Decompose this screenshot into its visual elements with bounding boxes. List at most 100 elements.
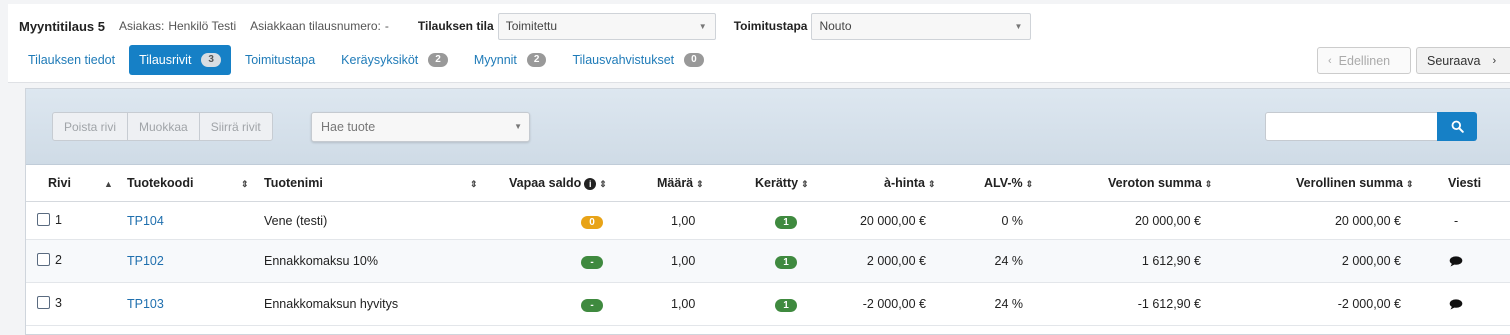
row-select[interactable]: 3	[37, 296, 62, 310]
column-vat[interactable]: ALV-% ⇕	[984, 165, 1033, 202]
tab-count-badge: 2	[526, 53, 547, 67]
tab-sales[interactable]: Myynnit 2	[464, 45, 557, 75]
move-rows-button[interactable]: Siirrä rivit	[198, 112, 273, 141]
column-unit-price[interactable]: à-hinta ⇕	[884, 165, 936, 202]
sort-asc-icon[interactable]: ▲	[101, 165, 113, 202]
column-quantity[interactable]: Määrä ⇕	[657, 165, 704, 202]
delivery-select[interactable]: Nouto ▼	[811, 12, 1032, 40]
order-header: Myyntitilaus 5 Asiakas: Henkilö Testi As…	[8, 4, 1510, 83]
order-title-row: Myyntitilaus 5 Asiakas: Henkilö Testi As…	[19, 12, 1032, 40]
product-code-link[interactable]: TP103	[127, 297, 164, 311]
gross-total: 20 000,00 €	[1334, 214, 1401, 228]
caret-down-icon: ▼	[698, 21, 707, 31]
row-number: 1	[55, 213, 62, 227]
chevron-left-icon: ‹	[1328, 54, 1332, 67]
net-total: 1 612,90 €	[1141, 254, 1201, 268]
message-button[interactable]	[1449, 256, 1463, 270]
chevron-right-icon: ›	[1492, 54, 1497, 67]
product-code-link[interactable]: TP104	[127, 214, 164, 228]
message-button[interactable]	[1449, 299, 1463, 313]
status-label: Tilauksen tila	[417, 19, 494, 33]
tab-picking-units[interactable]: Keräysyksiköt 2	[331, 45, 458, 75]
tab-label: Myynnit	[473, 53, 517, 67]
order-tabs: Tilauksen tiedot Tilausrivit 3 Toimitust…	[18, 45, 714, 75]
next-button[interactable]: Seuraava ›	[1416, 47, 1510, 74]
tab-label: Tilausrivit	[139, 53, 192, 67]
vat-percent: 24 %	[994, 254, 1024, 268]
sort-icon[interactable]: ⇕	[238, 165, 249, 202]
column-label: Viesti	[1448, 176, 1482, 190]
product-search-select[interactable]: Hae tuote ▼	[311, 112, 530, 142]
info-icon[interactable]: i	[584, 178, 597, 190]
customer-order-label: Asiakkaan tilausnumero:	[250, 19, 381, 33]
tab-order-details[interactable]: Tilauksen tiedot	[18, 45, 125, 75]
column-label: Vapaa saldo	[509, 176, 582, 190]
chat-bubble-icon	[1449, 256, 1463, 267]
search-input[interactable]	[1265, 112, 1438, 141]
column-label: Kerätty	[755, 176, 799, 190]
row-number: 3	[55, 296, 62, 310]
quantity: 1,00	[671, 297, 696, 311]
column-label: Verollinen summa	[1296, 176, 1403, 190]
picked-badge: 1	[775, 256, 797, 269]
status-select[interactable]: Toimitettu ▼	[497, 12, 716, 40]
vat-percent: 24 %	[994, 297, 1024, 311]
table-row: 3 TP103 Ennakkomaksun hyvitys - 1,00 1 -…	[26, 283, 1510, 326]
column-free-stock[interactable]: Vapaa saldo i ⇕	[509, 165, 607, 202]
unit-price: 2 000,00 €	[866, 254, 926, 268]
customer-order-value: -	[384, 19, 389, 33]
caret-down-icon: ▼	[1014, 21, 1023, 31]
edit-button[interactable]: Muokkaa	[127, 112, 200, 141]
tab-delivery-method[interactable]: Toimitustapa	[235, 45, 325, 75]
tab-label: Keräysyksiköt	[341, 53, 419, 67]
column-label: Veroton summa	[1108, 176, 1202, 190]
column-label: Tuotekoodi	[127, 176, 194, 190]
search-button[interactable]	[1437, 112, 1477, 141]
column-product-code[interactable]: Tuotekoodi	[127, 165, 193, 202]
row-select[interactable]: 1	[37, 213, 62, 227]
column-label: ALV-%	[984, 176, 1023, 190]
product-name: Ennakkomaksun hyvitys	[264, 297, 399, 311]
picked-badge: 1	[775, 216, 797, 229]
product-code-link[interactable]: TP102	[127, 254, 164, 268]
previous-label: Edellinen	[1338, 53, 1391, 68]
column-product-name[interactable]: Tuotenimi	[264, 165, 323, 202]
picked-badge: 1	[775, 299, 797, 312]
tab-order-rows[interactable]: Tilausrivit 3	[129, 45, 231, 75]
row-actions-group: Poista rivi Muokkaa Siirrä rivit	[52, 112, 273, 141]
vat-percent: 0 %	[1001, 214, 1023, 228]
column-picked[interactable]: Kerätty ⇕	[755, 165, 809, 202]
sort-icon[interactable]: ⇕	[467, 165, 478, 202]
net-total: 20 000,00 €	[1134, 214, 1201, 228]
delivery-select-value: Nouto	[819, 18, 852, 33]
product-search-placeholder: Hae tuote	[321, 120, 376, 134]
tab-label: Toimitustapa	[244, 53, 316, 67]
column-gross-total[interactable]: Verollinen summa ⇕	[1296, 165, 1414, 202]
row-number: 2	[55, 253, 62, 267]
delete-row-button[interactable]: Poista rivi	[52, 112, 129, 141]
column-net-total[interactable]: Veroton summa ⇕	[1108, 165, 1212, 202]
column-label: Rivi	[48, 176, 71, 190]
quantity: 1,00	[671, 214, 696, 228]
stock-badge: -	[581, 256, 603, 269]
chat-bubble-icon	[1449, 299, 1463, 310]
row-select[interactable]: 2	[37, 253, 62, 267]
net-total: -1 612,90 €	[1137, 297, 1201, 311]
message-empty: -	[1454, 214, 1459, 228]
row-checkbox[interactable]	[37, 213, 50, 226]
column-row[interactable]: Rivi	[48, 165, 71, 202]
customer-label: Asiakas:	[118, 19, 165, 33]
gross-total: 2 000,00 €	[1341, 254, 1401, 268]
tab-count-badge: 2	[428, 53, 448, 67]
tab-count-badge: 0	[684, 53, 704, 67]
tab-label: Tilauksen tiedot	[28, 53, 116, 67]
unit-price: 20 000,00 €	[859, 214, 926, 228]
delivery-label: Toimitustapa	[733, 19, 808, 33]
previous-button[interactable]: ‹ Edellinen	[1317, 47, 1411, 74]
tab-order-confirmations[interactable]: Tilausvahvistukset 0	[562, 45, 713, 75]
row-checkbox[interactable]	[37, 253, 50, 266]
customer-value: Henkilö Testi	[168, 19, 237, 33]
row-checkbox[interactable]	[37, 296, 50, 309]
product-name: Vene (testi)	[264, 214, 328, 228]
order-rows-panel: Poista rivi Muokkaa Siirrä rivit Hae tuo…	[25, 88, 1510, 335]
